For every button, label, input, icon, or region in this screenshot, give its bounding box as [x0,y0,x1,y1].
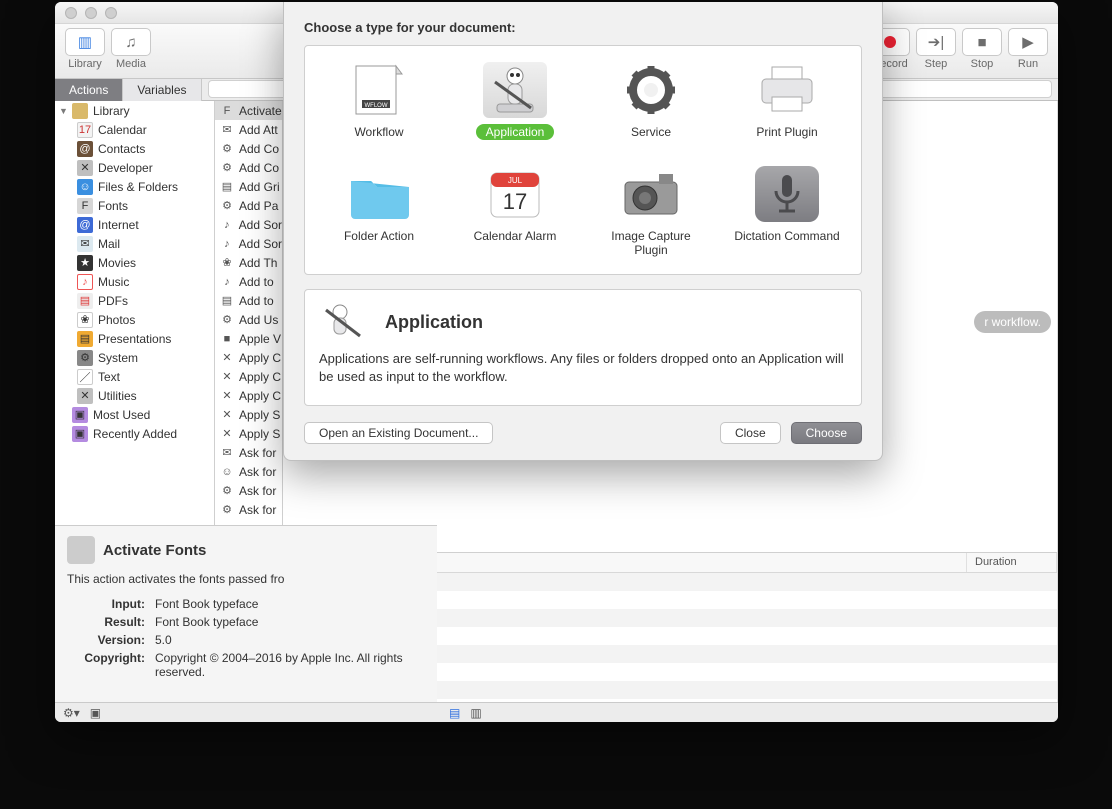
action-row[interactable]: ⚙Add Us [215,310,282,329]
media-button[interactable]: ♫ [111,28,151,56]
sidebar-item-developer[interactable]: ✕Developer [55,158,214,177]
application-icon [483,62,547,118]
type-description-body: Applications are self-running workflows.… [319,350,847,385]
step-button[interactable]: ➔| [916,28,956,56]
type-description-box: Application Applications are self-runnin… [304,289,862,406]
run-button[interactable]: ▶ [1008,28,1048,56]
gear-menu-icon[interactable]: ⚙▾ [63,706,80,720]
stop-label: Stop [971,58,994,70]
stop-button[interactable]: ■ [962,28,1002,56]
run-label: Run [1018,58,1038,70]
action-description-panel: Activate Fonts This action activates the… [55,525,437,702]
log-col-duration[interactable]: Duration [967,553,1057,572]
type-grid: WFLOW Workflow Application Service [304,45,862,275]
sidebar-item-pdfs[interactable]: ▤PDFs [55,291,214,310]
action-row[interactable]: ✕Apply C [215,386,282,405]
sidebar-item-text[interactable]: ／Text [55,367,214,386]
action-row[interactable]: ✕Apply C [215,367,282,386]
application-desc-icon [319,302,373,342]
type-service[interactable]: Service [583,58,719,144]
sidebar-recently-added[interactable]: ▣Recently Added [55,424,214,443]
step-label: Step [925,58,948,70]
folder-icon [347,166,411,222]
description-intro: This action activates the fonts passed f… [67,572,425,586]
action-row[interactable]: ✕Apply C [215,348,282,367]
action-row[interactable]: ✉Ask for [215,443,282,462]
action-row[interactable]: ▤Add to [215,291,282,310]
tab-actions[interactable]: Actions [55,79,123,101]
action-row[interactable]: ♪Add Sor [215,215,282,234]
type-dictation[interactable]: Dictation Command [719,162,855,262]
workflow-icon: WFLOW [347,62,411,118]
document-type-sheet: Choose a type for your document: WFLOW W… [283,2,883,461]
library-toggle-button[interactable]: ▥ [65,28,105,56]
svg-text:JUL: JUL [508,176,523,185]
action-row[interactable]: ⚙Add Co [215,139,282,158]
action-row[interactable]: ■Apple V [215,329,282,348]
action-row[interactable]: ⚙Add Pa [215,196,282,215]
action-row[interactable]: ⚙Add Co [215,158,282,177]
type-print-plugin[interactable]: Print Plugin [719,58,855,144]
automator-window: Untitled⌄ ▥ Library ♫ Media Record ➔|Ste… [55,2,1058,722]
action-row[interactable]: ✉Add Att [215,120,282,139]
sidebar-item-fonts[interactable]: FFonts [55,196,214,215]
action-row[interactable]: ☺Ask for [215,462,282,481]
toggle-description-icon[interactable]: ▣ [90,706,101,720]
type-calendar-alarm[interactable]: JUL17 Calendar Alarm [447,162,583,262]
svg-text:17: 17 [503,189,527,214]
sidebar-item-system[interactable]: ⚙System [55,348,214,367]
action-row[interactable]: ❀Add Th [215,253,282,272]
sidebar-item-contacts[interactable]: @Contacts [55,139,214,158]
sidebar-item-utilities[interactable]: ✕Utilities [55,386,214,405]
choose-button[interactable]: Choose [791,422,862,444]
sidebar-item-files[interactable]: ☺Files & Folders [55,177,214,196]
service-icon [619,62,683,118]
view-compact-icon[interactable]: ▥ [470,706,481,720]
action-row[interactable]: ♪Add to [215,272,282,291]
action-row[interactable]: ▤Add Gri [215,177,282,196]
calendar-icon: JUL 17 [483,166,547,222]
open-existing-button[interactable]: Open an Existing Document... [304,422,493,444]
type-folder-action[interactable]: Folder Action [311,162,447,262]
close-button[interactable]: Close [720,422,781,444]
view-list-icon[interactable]: ▤ [449,706,460,720]
sidebar-item-music[interactable]: ♪Music [55,272,214,291]
sidebar-root-library[interactable]: ▼Library [55,101,214,120]
microphone-icon [755,166,819,222]
sheet-heading: Choose a type for your document: [304,20,862,35]
sidebar-item-mail[interactable]: ✉Mail [55,234,214,253]
type-workflow[interactable]: WFLOW Workflow [311,58,447,144]
type-image-capture[interactable]: Image Capture Plugin [583,162,719,262]
action-row[interactable]: ⚙Ask for [215,481,282,500]
action-row[interactable]: ♪Add Sor [215,234,282,253]
action-row[interactable]: ✕Apply S [215,424,282,443]
sidebar-item-internet[interactable]: @Internet [55,215,214,234]
sidebar-item-movies[interactable]: ★Movies [55,253,214,272]
sidebar-item-calendar[interactable]: 17Calendar [55,120,214,139]
fontbook-icon [67,536,95,564]
media-label: Media [116,58,146,70]
action-row[interactable]: ✕Apply S [215,405,282,424]
action-row[interactable]: FActivate [215,101,282,120]
type-application[interactable]: Application [447,58,583,144]
sidebar-most-used[interactable]: ▣Most Used [55,405,214,424]
svg-text:WFLOW: WFLOW [365,103,388,109]
type-description-title: Application [385,312,483,333]
canvas-hint: r workflow. [974,311,1051,333]
tab-variables[interactable]: Variables [123,79,201,101]
action-row[interactable]: ⚙Ask for [215,500,282,519]
library-label: Library [68,58,102,70]
sidebar-item-presentations[interactable]: ▤Presentations [55,329,214,348]
camera-icon [619,166,683,222]
printer-icon [755,62,819,118]
footer-bar: ⚙▾ ▣ ▤ ▥ [55,702,1058,722]
sidebar-item-photos[interactable]: ❀Photos [55,310,214,329]
